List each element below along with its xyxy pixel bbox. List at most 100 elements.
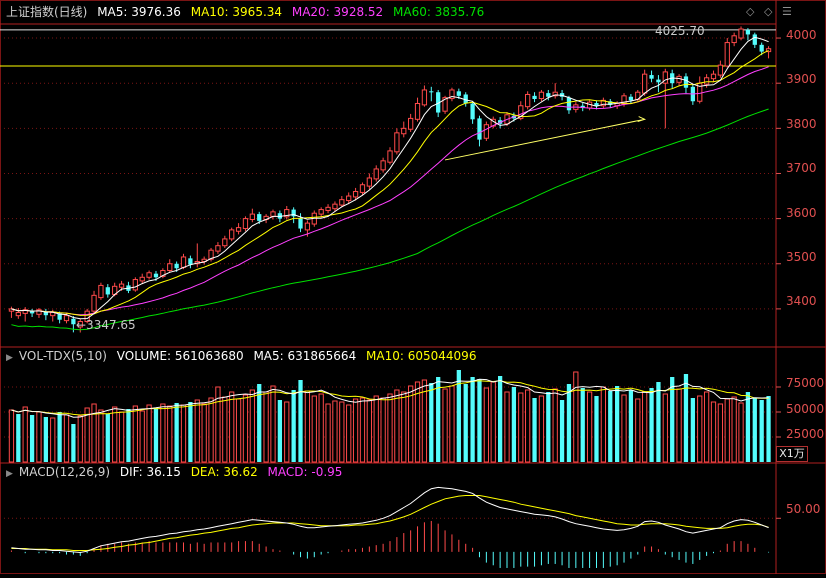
volume-bar [284,401,290,463]
volume-bar [387,393,393,463]
volume-bar [43,417,48,462]
volume-bar [408,385,414,463]
volume-bar [628,390,634,462]
volume-legend: ▶ VOL-TDX(5,10) VOLUME: 561063680 MA5: 63… [6,349,482,365]
candle-body [710,73,717,80]
volume-bar [63,414,70,463]
candle-body [477,118,482,140]
candle-body [538,91,545,100]
volume-bar [366,399,372,463]
volume-bar [139,410,145,463]
price-axis-tick: 3400 [786,294,817,308]
candle-body [242,218,249,230]
candle-body [525,93,531,108]
volume-ma10-value: MA10: 605044096 [366,349,477,363]
volume-bar [766,396,771,462]
macd-indicator-title[interactable]: MACD(12,26,9) [19,465,110,479]
volume-bar [394,389,400,463]
volume-bar [470,377,475,462]
candle-body [153,273,159,278]
collapse-arrow-icon[interactable]: ▶ [6,469,13,479]
volume-bar [270,385,276,463]
ma5-value: MA5: 3976.36 [97,5,181,19]
volume-bar [436,377,441,462]
macd-value: MACD: -0.95 [267,465,343,479]
volume-bar [160,403,166,463]
volume-bar [112,406,118,463]
volume-bar [132,405,138,463]
volume-bar [586,391,593,463]
ma60-line [11,108,769,331]
volume-bar [635,398,641,463]
volume-bar [594,396,599,462]
candle-body [628,96,634,101]
volume-bar [518,392,524,463]
volume-bar [731,396,737,463]
volume-bar [649,388,654,462]
volume-bar [126,409,131,462]
volume-bar [22,406,28,463]
volume-bar [559,400,565,462]
price-axis-tick: 4000 [786,28,817,42]
candle-body [257,214,262,221]
menu-icon[interactable]: ☰ [782,5,792,18]
candle-body [325,206,331,211]
volume-axis-tick: 75000 [786,376,825,390]
candle-body [759,44,764,52]
volume-bar [546,392,551,462]
volume-bar [373,395,379,463]
macd-legend: ▶ MACD(12,26,9) DIF: 36.15 DEA: 36.62 MAC… [6,465,348,481]
candle-body [394,132,400,153]
volume-bar [201,403,207,463]
ma20-line [11,66,769,316]
volume-bar [359,397,366,463]
price-axis-tick: 3800 [786,117,817,131]
candle-body [318,209,324,215]
volume-bar [497,376,503,462]
diamond-icon[interactable]: ◇ [746,5,754,18]
volume-bar [676,388,682,463]
volume-bar [291,390,296,462]
window-controls: ◇ ◇ ☰ [740,5,792,18]
kline-chart-stage[interactable]: 上证指数(日线) MA5: 3976.36 MA10: 3965.34 MA20… [0,0,826,574]
trend-arrow [637,116,647,123]
candle-body [235,227,242,232]
volume-bar [490,381,496,463]
volume-bar [752,398,757,462]
price-axis-tick: 3700 [786,161,817,175]
candle-body [483,124,489,139]
candle-body [731,35,737,44]
candle-body [401,127,407,135]
low-price-label: ←3347.65 [76,318,136,332]
candle-body [414,103,421,120]
candle-body [745,29,751,35]
volume-indicator-title[interactable]: VOL-TDX(5,10) [19,349,107,363]
candle-body [298,218,303,229]
volume-bar [222,396,228,463]
candle-body [683,76,689,88]
volume-bar [538,395,545,463]
candle-body [339,199,345,206]
volume-bar [697,395,703,463]
candle-body [408,117,414,130]
chart-canvas[interactable] [0,0,826,574]
candle-body [352,191,359,198]
volume-unit-label: X1万 [776,446,808,462]
candle-body [642,73,648,94]
candle-body [63,315,70,322]
candle-body [429,91,434,93]
volume-bar [325,403,331,463]
price-axis-tick: 3600 [786,206,817,220]
volume-bar [346,404,352,463]
volume-bar [600,386,607,463]
diamond-icon[interactable]: ◇ [764,5,772,18]
volume-bar [717,403,724,463]
chart-title[interactable]: 上证指数(日线) [6,5,87,19]
collapse-arrow-icon[interactable]: ▶ [6,353,13,363]
candle-body [366,177,372,187]
volume-bar [745,392,751,462]
volume-bar [339,401,345,463]
volume-bar [615,386,620,462]
dif-value: DIF: 36.15 [119,465,181,479]
candle-body [359,184,366,193]
